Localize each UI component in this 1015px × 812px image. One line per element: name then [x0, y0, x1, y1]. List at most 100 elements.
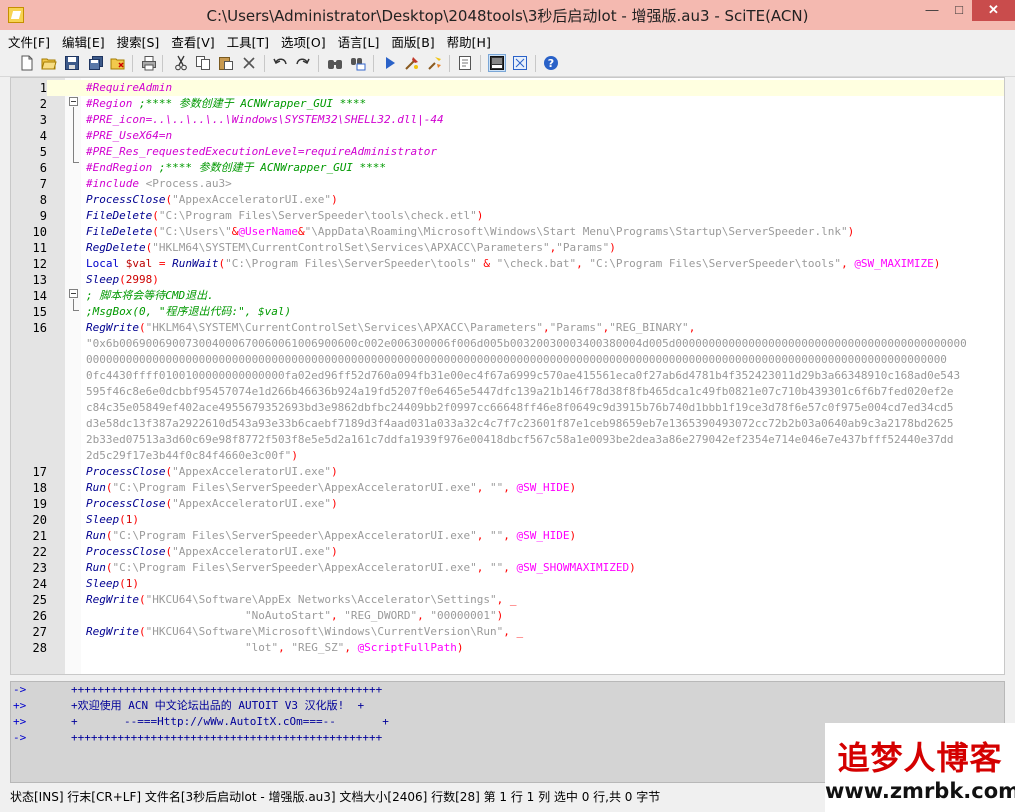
code-line[interactable]: 14 ; 脚本将会等待CMD退出.: [11, 288, 1004, 304]
code-line[interactable]: 28 "lot", "REG_SZ", @ScriptFullPath): [11, 640, 1004, 656]
code-line[interactable]: c84c35e05849ef402ace4955679352693bd3e986…: [11, 400, 1004, 416]
code-line[interactable]: 27 RegWrite("HKCU64\Software\Microsoft\Wi…: [11, 624, 1004, 640]
minimize-button[interactable]: —: [918, 0, 946, 21]
code-line[interactable]: 23 Run("C:\Program Files\ServerSpeeder\Ap…: [11, 560, 1004, 576]
code-line[interactable]: 8 ProcessClose("AppexAcceleratorUI.exe"): [11, 192, 1004, 208]
compile-icon[interactable]: [404, 55, 420, 71]
paste-icon[interactable]: [218, 55, 234, 71]
token-op: ): [291, 449, 298, 462]
code-line[interactable]: 15 ;MsgBox(0, "程序退出代码:", $val): [11, 304, 1004, 320]
tidy-icon[interactable]: [427, 55, 443, 71]
code-line[interactable]: 24 Sleep(1): [11, 576, 1004, 592]
output-text: + --===Http://wWw.AutoItX.cOm===-- +: [71, 715, 389, 728]
code-line[interactable]: 0fc4430ffff0100100000000000000fa02ed96ff…: [11, 368, 1004, 384]
code-line[interactable]: 2 #Region ;**** 参数创建于 ACNWrapper_GUI ****: [11, 96, 1004, 112]
code-line[interactable]: 17 ProcessClose("AppexAcceleratorUI.exe"): [11, 464, 1004, 480]
code-line[interactable]: 12 Local $val = RunWait("C:\Program Files…: [11, 256, 1004, 272]
menu-view[interactable]: 查看[V]: [165, 30, 220, 51]
code-line[interactable]: d3e58dc13f387a2922610d543a93e33b6caebf71…: [11, 416, 1004, 432]
properties-icon[interactable]: [457, 55, 473, 71]
token-fn: ProcessClose: [86, 545, 166, 558]
code-line[interactable]: 25 RegWrite("HKCU64\Software\AppEx Networ…: [11, 592, 1004, 608]
code-line[interactable]: 2b33ed07513a3d60c69e98f8772f503f8e5e5d2a…: [11, 432, 1004, 448]
close-button[interactable]: ✕: [972, 0, 1015, 21]
line-number: 6: [39, 161, 47, 175]
undo-icon[interactable]: [272, 55, 288, 71]
code-line[interactable]: "0x6b00690069007300400067006006100690060…: [11, 336, 1004, 352]
watermark-title: 追梦人博客: [837, 739, 1003, 777]
line-number: 26: [32, 609, 47, 623]
code-line[interactable]: 19 ProcessClose("AppexAcceleratorUI.exe"): [11, 496, 1004, 512]
output-pane-icon[interactable]: [488, 54, 506, 72]
output-prefix: +>: [13, 715, 27, 728]
run-icon[interactable]: [382, 55, 398, 71]
code-line[interactable]: 3 #PRE_icon=..\..\..\..\Windows\SYSTEM32\…: [11, 112, 1004, 128]
save-icon[interactable]: [64, 55, 80, 71]
token-str: "": [490, 561, 504, 574]
menu-search[interactable]: 搜索[S]: [111, 30, 166, 51]
code-line[interactable]: 0000000000000000000000000000000000000000…: [11, 352, 1004, 368]
code-line[interactable]: 11 RegDelete("HKLM64\SYSTEM\CurrentContro…: [11, 240, 1004, 256]
menu-edit[interactable]: 编辑[E]: [56, 30, 111, 51]
close-file-icon[interactable]: [110, 55, 126, 71]
copy-icon[interactable]: [195, 55, 211, 71]
code-line[interactable]: 595f46c8e6e0dcbbf95457074e1d266b46636b92…: [11, 384, 1004, 400]
token-cmt: ;**** 参数创建于 ACNWrapper_GUI ****: [138, 97, 367, 110]
title-bar[interactable]: C:\Users\Administrator\Desktop\2048tools…: [0, 0, 1015, 30]
code-line[interactable]: 16 RegWrite("HKLM64\SYSTEM\CurrentControl…: [11, 320, 1004, 336]
token-str: "\AppData\Roaming\Microsoft\Windows\Star…: [304, 225, 848, 238]
menu-tools[interactable]: 工具[T]: [221, 30, 275, 51]
code-line[interactable]: 1 #RequireAdmin: [11, 80, 1004, 96]
open-icon[interactable]: [41, 55, 57, 71]
token-op: (: [152, 225, 159, 238]
save-all-icon[interactable]: [88, 55, 104, 71]
token-mac: @SW_MAXIMIZE: [854, 257, 934, 270]
code-lines: 1 #RequireAdmin 2 #Region ;**** 参数创建于 ACNWr…: [11, 80, 1004, 656]
code-line[interactable]: 13 Sleep(2998): [11, 272, 1004, 288]
cut-icon[interactable]: [173, 55, 189, 71]
code-line[interactable]: 20 Sleep(1): [11, 512, 1004, 528]
token-str: "HKLM64\SYSTEM\CurrentControlSet\Service…: [145, 321, 543, 334]
menu-help[interactable]: 帮助[H]: [441, 30, 497, 51]
replace-icon[interactable]: [350, 55, 366, 71]
token-fn: Run: [86, 529, 106, 542]
token-dir: #RequireAdmin: [86, 81, 173, 94]
new-icon[interactable]: [19, 55, 35, 71]
menu-options[interactable]: 选项[O]: [275, 30, 332, 51]
maximize-button[interactable]: □: [946, 0, 972, 21]
token-str: "REG_BINARY": [609, 321, 689, 334]
print-icon[interactable]: [141, 55, 157, 71]
token-op: (: [138, 593, 146, 606]
code-line[interactable]: 9 FileDelete("C:\Program Files\ServerSpee…: [11, 208, 1004, 224]
menu-file[interactable]: 文件[F]: [0, 30, 56, 51]
code-editor[interactable]: 1 #RequireAdmin 2 #Region ;**** 参数创建于 ACNWr…: [10, 77, 1005, 675]
token-op: ): [476, 209, 484, 222]
token-str: "0x6b00690069007300400067006006100690060…: [86, 337, 967, 350]
token-op: , _: [503, 625, 524, 638]
token-op: ,: [542, 321, 550, 334]
token-op: (: [105, 561, 113, 574]
code-line[interactable]: 6 #EndRegion ;**** 参数创建于 ACNWrapper_GUI *…: [11, 160, 1004, 176]
code-line[interactable]: 22 ProcessClose("AppexAcceleratorUI.exe"): [11, 544, 1004, 560]
token-str: "HKCU64\Software\AppEx Networks\Accelera…: [145, 593, 497, 606]
line-number: 25: [32, 593, 47, 607]
menu-language[interactable]: 语言[L]: [332, 30, 386, 51]
code-line[interactable]: 7 #include <Process.au3>: [11, 176, 1004, 192]
token-str: "C:\Program Files\ServerSpeeder\AppexAcc…: [112, 481, 477, 494]
code-line[interactable]: 21 Run("C:\Program Files\ServerSpeeder\Ap…: [11, 528, 1004, 544]
menu-panel[interactable]: 面版[B]: [385, 30, 440, 51]
code-line[interactable]: 2d5c29f17e3b44f0c84f4660e3c00f"): [11, 448, 1004, 464]
code-line[interactable]: 18 Run("C:\Program Files\ServerSpeeder\Ap…: [11, 480, 1004, 496]
fullscreen-icon[interactable]: [512, 55, 528, 71]
code-line[interactable]: 10 FileDelete("C:\Users\"&@UserName&"\App…: [11, 224, 1004, 240]
code-line[interactable]: 5 #PRE_Res_requestedExecutionLevel=requir…: [11, 144, 1004, 160]
code-line[interactable]: 4 #PRE_UseX64=n: [11, 128, 1004, 144]
delete-icon[interactable]: [241, 55, 257, 71]
token-str: "AppexAcceleratorUI.exe": [172, 193, 332, 206]
help-icon[interactable]: ?: [543, 55, 559, 71]
find-icon[interactable]: [327, 55, 343, 71]
redo-icon[interactable]: [295, 55, 311, 71]
token-str: "Params": [549, 321, 603, 334]
code-line[interactable]: 26 "NoAutoStart", "REG_DWORD", "00000001…: [11, 608, 1004, 624]
line-number: 2: [39, 97, 47, 111]
